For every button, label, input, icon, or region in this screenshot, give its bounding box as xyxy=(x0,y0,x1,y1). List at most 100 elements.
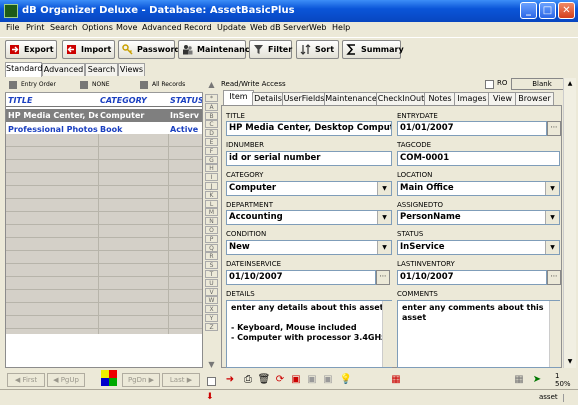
tab-images[interactable]: Images xyxy=(454,92,490,106)
letter-button[interactable]: X xyxy=(205,305,218,314)
menu-web[interactable]: Web xyxy=(309,23,326,32)
letter-button[interactable]: R xyxy=(205,252,218,261)
tagcode-field[interactable]: COM-0001 xyxy=(397,151,560,166)
letter-button[interactable]: F xyxy=(205,146,218,155)
delete-icon[interactable]: 🗑 xyxy=(256,372,272,387)
letter-button[interactable]: M xyxy=(205,208,218,217)
letter-button[interactable]: H xyxy=(205,164,218,173)
maximize-button[interactable]: □ xyxy=(539,2,556,19)
scroll-up-icon[interactable]: ▲ xyxy=(564,78,576,90)
letter-button[interactable]: G xyxy=(205,155,218,164)
tab-details[interactable]: Details xyxy=(252,92,284,106)
minimize-button[interactable]: _ xyxy=(520,2,537,19)
entry-order-button[interactable]: Entry Order xyxy=(8,79,77,91)
title-field[interactable]: HP Media Center, Desktop Computer xyxy=(226,121,392,136)
menu-help[interactable]: Help xyxy=(332,23,350,32)
lastinventory-picker-button[interactable]: ⋯ xyxy=(547,270,561,285)
back-arrow-icon[interactable]: ➜ xyxy=(222,372,238,387)
status-select[interactable]: InService ▼ xyxy=(397,240,560,255)
chevron-down-icon[interactable]: ▼ xyxy=(377,182,391,195)
tab-userfields[interactable]: UserFields xyxy=(282,92,326,106)
colors-icon[interactable] xyxy=(101,370,117,386)
table-row-selected[interactable]: HP Media Center, De Computer InServ xyxy=(6,109,202,122)
details-scrollbar[interactable] xyxy=(382,301,393,367)
letter-button[interactable]: P xyxy=(205,234,218,243)
refresh-icon[interactable]: ⟳ xyxy=(272,372,288,387)
department-select[interactable]: Accounting ▼ xyxy=(226,210,392,225)
entrydate-field[interactable]: 01/01/2007 xyxy=(397,121,547,136)
letter-button[interactable]: S xyxy=(205,261,218,270)
column-title[interactable]: TITLE xyxy=(6,94,98,107)
letter-button[interactable]: T xyxy=(205,270,218,278)
menu-move[interactable]: Move xyxy=(116,23,137,32)
print-icon[interactable]: ⎙ xyxy=(240,372,256,387)
menu-file[interactable]: File xyxy=(6,23,19,32)
menu-advanced[interactable]: Advanced xyxy=(142,23,182,32)
letter-button[interactable]: E xyxy=(205,138,218,146)
tab-search[interactable]: Search xyxy=(85,63,118,76)
letters-up-icon[interactable]: ▲ xyxy=(205,80,218,91)
export-record-icon[interactable]: ▦ xyxy=(511,372,527,387)
letter-button[interactable]: * xyxy=(205,94,218,102)
tab-view[interactable]: View xyxy=(488,92,517,106)
comments-textarea[interactable]: enter any comments about this asset xyxy=(397,300,560,368)
location-select[interactable]: Main Office ▼ xyxy=(397,181,560,196)
tab-browser[interactable]: Browser xyxy=(515,92,554,106)
menu-record[interactable]: Record xyxy=(184,23,212,32)
assignedto-select[interactable]: PersonName ▼ xyxy=(397,210,560,225)
chevron-down-icon[interactable]: ▼ xyxy=(545,211,559,224)
tab-maintenance[interactable]: Maintenance xyxy=(324,92,378,106)
scroll-down-icon[interactable]: ▼ xyxy=(564,356,576,368)
letter-button[interactable]: C xyxy=(205,120,218,129)
sort-none-button[interactable]: NONE xyxy=(79,79,132,91)
dateinservice-field[interactable]: 01/10/2007 xyxy=(226,270,376,285)
letter-button[interactable]: Q xyxy=(205,243,218,252)
menu-print[interactable]: Print xyxy=(26,23,44,32)
save-record-icon[interactable]: ▣ xyxy=(320,372,336,387)
next-record-icon[interactable]: ➤ xyxy=(529,372,545,387)
tab-item[interactable]: Item xyxy=(223,90,254,106)
details-textarea[interactable]: enter any details about this asset - Key… xyxy=(226,300,392,368)
letter-button[interactable]: O xyxy=(205,226,218,234)
comments-scrollbar[interactable] xyxy=(549,301,560,367)
letter-button[interactable]: D xyxy=(205,129,218,138)
import-button[interactable]: Import xyxy=(62,40,115,59)
copy-record-icon[interactable]: ▣ xyxy=(288,372,304,387)
summary-button[interactable]: Summary xyxy=(342,40,404,59)
menu-options[interactable]: Options xyxy=(82,23,113,32)
letter-button[interactable]: J xyxy=(205,182,218,190)
tab-notes[interactable]: Notes xyxy=(424,92,456,106)
tab-advanced[interactable]: Advanced xyxy=(42,63,85,76)
last-button[interactable]: Last ▶ xyxy=(162,373,200,387)
tab-standard[interactable]: Standard xyxy=(5,62,42,77)
letter-button[interactable]: L xyxy=(205,199,218,208)
tab-views[interactable]: Views xyxy=(118,63,145,76)
first-button[interactable]: ◀ First xyxy=(7,373,45,387)
chevron-down-icon[interactable]: ▼ xyxy=(545,182,559,195)
password-button[interactable]: Password xyxy=(118,40,180,59)
chevron-down-icon[interactable]: ▼ xyxy=(545,241,559,254)
category-select[interactable]: Computer ▼ xyxy=(226,181,392,196)
chevron-down-icon[interactable]: ▼ xyxy=(377,241,391,254)
pgup-button[interactable]: ◀ PgUp xyxy=(47,373,85,387)
letters-down-icon[interactable]: ▼ xyxy=(205,360,218,370)
entrydate-picker-button[interactable]: ⋯ xyxy=(547,121,561,136)
letter-button[interactable]: U xyxy=(205,278,218,287)
condition-select[interactable]: New ▼ xyxy=(226,240,392,255)
letter-button[interactable]: N xyxy=(205,217,218,226)
all-records-button[interactable]: All Records xyxy=(139,79,212,91)
letters-checkbox[interactable] xyxy=(207,377,216,386)
letter-button[interactable]: Z xyxy=(205,322,218,331)
filter-button[interactable]: Filter xyxy=(249,40,292,59)
letter-button[interactable]: W xyxy=(205,296,218,305)
tab-checkinout[interactable]: CheckInOut xyxy=(376,92,426,106)
export-button[interactable]: Export xyxy=(5,40,57,59)
menu-search[interactable]: Search xyxy=(50,23,77,32)
letter-button[interactable]: V xyxy=(205,287,218,296)
chevron-down-icon[interactable]: ▼ xyxy=(377,211,391,224)
dateinservice-picker-button[interactable]: ⋯ xyxy=(376,270,390,285)
sort-button[interactable]: Sort xyxy=(296,40,339,59)
idnumber-field[interactable]: id or serial number xyxy=(226,151,392,166)
lightbulb-icon[interactable]: 💡 xyxy=(338,372,354,387)
report-icon[interactable]: ▦ xyxy=(388,372,404,387)
